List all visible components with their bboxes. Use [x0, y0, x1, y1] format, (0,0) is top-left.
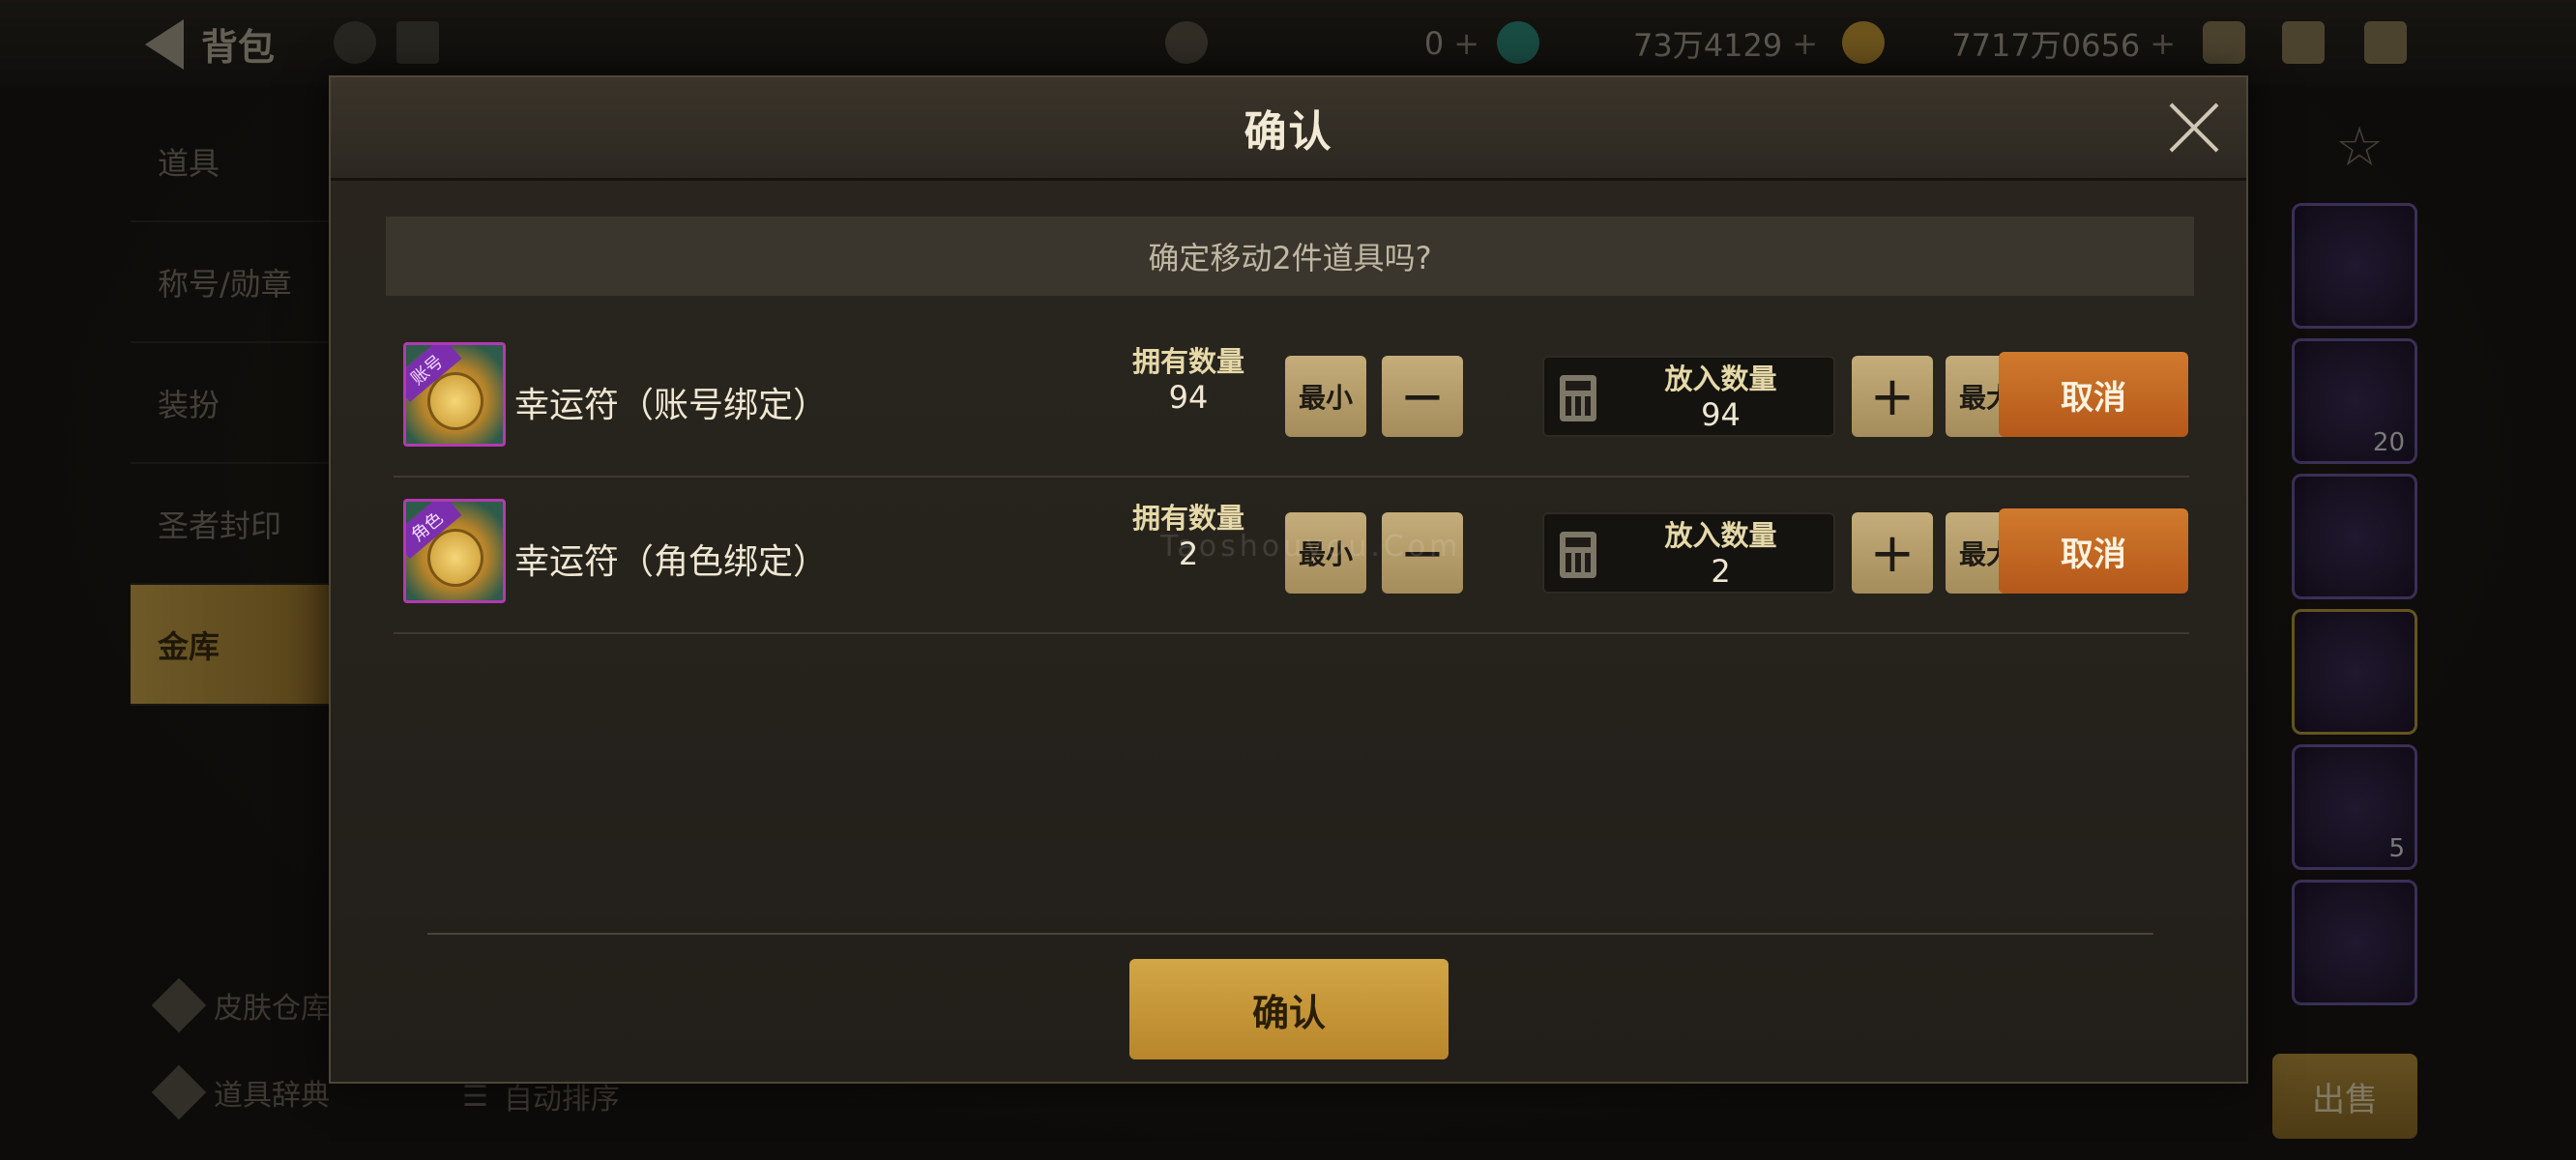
decrease-button[interactable]: −: [1382, 356, 1463, 437]
cancel-button[interactable]: 取消: [1999, 352, 2188, 437]
quantity-value: 94: [1701, 396, 1741, 433]
quantity-input[interactable]: 放入数量 2: [1542, 512, 1835, 594]
quantity-value: 2: [1711, 553, 1731, 590]
cancel-button[interactable]: 取消: [1999, 508, 2188, 594]
scroll-icon: [427, 529, 483, 587]
dialog-title: 确认: [1244, 107, 1333, 157]
confirm-question: 确定移动2件道具吗?: [386, 217, 2194, 296]
item-name: 幸运符（角色绑定）: [514, 542, 829, 582]
confirm-dialog: 确认 确定移动2件道具吗? 账号 幸运符（账号绑定） 拥有数量 94 最小 − …: [329, 75, 2248, 1084]
lucky-charm-icon[interactable]: 账号: [403, 342, 506, 447]
owned-quantity: 拥有数量 94: [1121, 344, 1256, 416]
increase-button[interactable]: +: [1852, 512, 1933, 594]
quantity-display: 放入数量 2: [1612, 514, 1830, 590]
footer-divider: [427, 933, 2153, 935]
confirm-button[interactable]: 确认: [1129, 959, 1449, 1059]
owned-value: 94: [1168, 379, 1209, 416]
watermark: Taoshouyou.Com: [1160, 530, 1462, 564]
item-row: 账号 幸运符（账号绑定） 拥有数量 94 最小 − 放入数量 94 + 最大 取…: [394, 321, 2189, 478]
owned-label: 拥有数量: [1131, 345, 1244, 378]
item-name: 幸运符（账号绑定）: [514, 386, 829, 425]
increase-button[interactable]: +: [1852, 356, 1933, 437]
quantity-input[interactable]: 放入数量 94: [1542, 356, 1835, 437]
quantity-label: 放入数量: [1664, 362, 1777, 395]
lucky-charm-icon[interactable]: 角色: [403, 499, 506, 603]
calculator-icon[interactable]: [1560, 375, 1596, 421]
quantity-label: 放入数量: [1664, 519, 1777, 552]
scroll-icon: [427, 372, 483, 430]
dialog-header: 确认: [331, 77, 2246, 181]
min-button[interactable]: 最小: [1285, 356, 1366, 437]
quantity-display: 放入数量 94: [1612, 358, 1830, 433]
calculator-icon[interactable]: [1560, 532, 1596, 578]
close-icon[interactable]: [2165, 99, 2223, 157]
